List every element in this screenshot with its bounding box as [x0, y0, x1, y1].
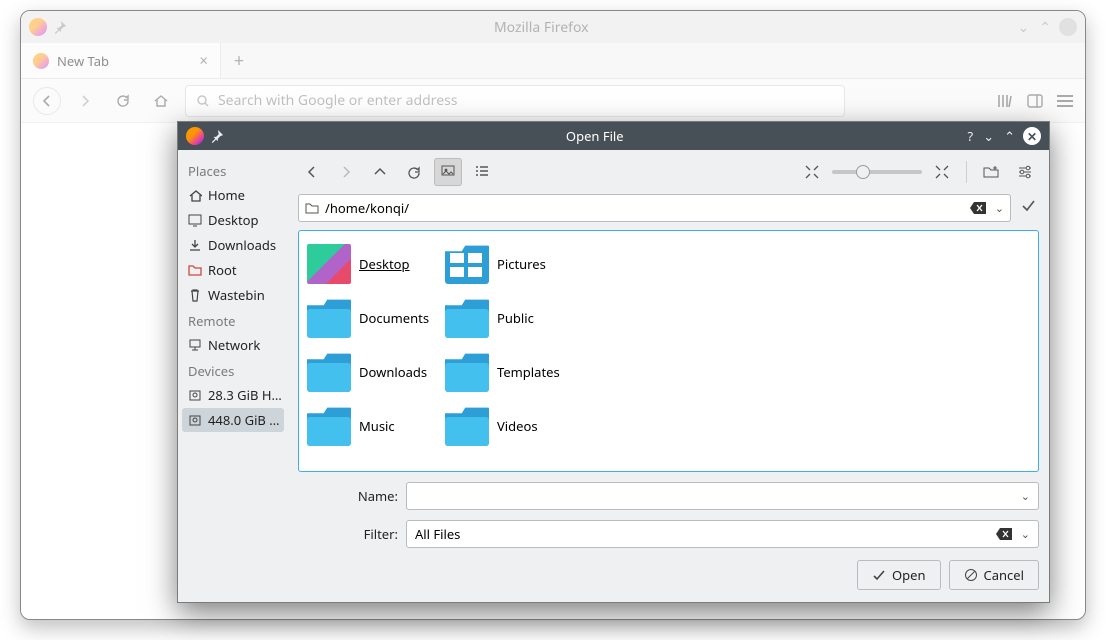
sidebar-item-label: Root: [208, 261, 237, 279]
clear-path-button[interactable]: [967, 197, 989, 219]
sidebar-item-label: 28.3 GiB H…: [208, 386, 282, 404]
name-input[interactable]: [415, 487, 1015, 505]
file-label: Public: [497, 309, 534, 327]
cancel-icon: [964, 568, 978, 582]
file-item[interactable]: Public: [441, 291, 579, 345]
root-icon: [188, 263, 202, 277]
filter-label: Filter:: [298, 525, 398, 543]
nav-up-button[interactable]: [366, 158, 394, 186]
sidebar-item[interactable]: Root: [182, 258, 284, 282]
sidebar-item-label: Home: [208, 186, 245, 204]
file-label: Documents: [359, 309, 429, 327]
sidebar-header: Remote: [182, 308, 284, 332]
dialog-maximize-button[interactable]: ⌃: [1002, 127, 1017, 145]
folder-icon: [305, 201, 319, 215]
file-item[interactable]: Pictures: [441, 237, 579, 291]
new-folder-button[interactable]: [977, 158, 1005, 186]
sidebar-item-label: Wastebin: [208, 286, 265, 304]
list-view-button[interactable]: [468, 158, 496, 186]
drive-icon: [188, 388, 202, 402]
file-label: Desktop: [359, 255, 410, 273]
sidebar-item[interactable]: 448.0 GiB …: [182, 408, 284, 432]
zoom-in-button[interactable]: [928, 158, 956, 186]
icon-view-button[interactable]: [434, 158, 462, 186]
sidebar-item[interactable]: Downloads: [182, 233, 284, 257]
path-input-container: ⌄: [298, 194, 1011, 222]
desktop-icon: [188, 213, 202, 227]
filter-value: All Files: [415, 525, 987, 543]
path-input[interactable]: [325, 199, 961, 217]
sidebar-item-label: Desktop: [208, 211, 259, 229]
zoom-slider[interactable]: [832, 170, 922, 174]
help-button[interactable]: ?: [966, 127, 976, 145]
sidebar-header: Places: [182, 158, 284, 182]
sidebar-item[interactable]: Network: [182, 333, 284, 357]
file-item[interactable]: Music: [303, 399, 441, 453]
sidebar-item[interactable]: Wastebin: [182, 283, 284, 307]
file-label: Pictures: [497, 255, 546, 273]
drive-icon: [188, 413, 202, 427]
zoom-out-button[interactable]: [798, 158, 826, 186]
dialog-toolbar: [298, 158, 1039, 186]
name-dropdown[interactable]: ⌄: [1021, 489, 1030, 504]
file-label: Music: [359, 417, 395, 435]
dialog-minimize-button[interactable]: ⌄: [981, 127, 996, 145]
dialog-close-button[interactable]: ✕: [1023, 127, 1041, 145]
places-sidebar: Places Home Desktop Downloads Root Wastebin Re…: [178, 150, 288, 602]
nav-back-button[interactable]: [298, 158, 326, 186]
path-history-dropdown[interactable]: ⌄: [995, 201, 1004, 216]
sidebar-item-label: Network: [208, 336, 260, 354]
file-item[interactable]: Downloads: [303, 345, 441, 399]
settings-button[interactable]: [1011, 158, 1039, 186]
open-button[interactable]: Open: [857, 560, 941, 590]
pin-icon[interactable]: [210, 129, 224, 143]
network-icon: [188, 338, 202, 352]
downloads-icon: [188, 238, 202, 252]
sidebar-item[interactable]: 28.3 GiB H…: [182, 383, 284, 407]
name-field[interactable]: ⌄: [406, 482, 1039, 510]
nav-forward-button[interactable]: [332, 158, 360, 186]
reload-folder-button[interactable]: [400, 158, 428, 186]
filter-field[interactable]: All Files ⌄: [406, 520, 1039, 548]
trash-icon: [188, 288, 202, 302]
accept-path-button[interactable]: [1017, 194, 1039, 216]
file-label: Videos: [497, 417, 538, 435]
file-item[interactable]: Documents: [303, 291, 441, 345]
file-item[interactable]: Videos: [441, 399, 579, 453]
name-label: Name:: [298, 487, 398, 505]
file-item[interactable]: Templates: [441, 345, 579, 399]
check-icon: [872, 568, 886, 582]
cancel-button[interactable]: Cancel: [949, 560, 1039, 590]
home-icon: [188, 188, 202, 202]
dialog-titlebar: Open File ? ⌄ ⌃ ✕: [178, 122, 1049, 150]
file-label: Templates: [497, 363, 560, 381]
dialog-title: Open File: [230, 127, 960, 145]
sidebar-item[interactable]: Home: [182, 183, 284, 207]
file-list[interactable]: Desktop Pictures Documents Public Downloads T…: [298, 230, 1039, 472]
sidebar-item-label: Downloads: [208, 236, 276, 254]
sidebar-header: Devices: [182, 358, 284, 382]
filter-dropdown[interactable]: ⌄: [1021, 527, 1030, 542]
file-label: Downloads: [359, 363, 427, 381]
open-file-dialog: Open File ? ⌄ ⌃ ✕ Places Home Desktop Downl…: [177, 121, 1050, 603]
sidebar-item-label: 448.0 GiB …: [208, 411, 280, 429]
dialog-app-icon: [186, 127, 204, 145]
file-item[interactable]: Desktop: [303, 237, 441, 291]
clear-filter-button[interactable]: [993, 523, 1015, 545]
sidebar-item[interactable]: Desktop: [182, 208, 284, 232]
